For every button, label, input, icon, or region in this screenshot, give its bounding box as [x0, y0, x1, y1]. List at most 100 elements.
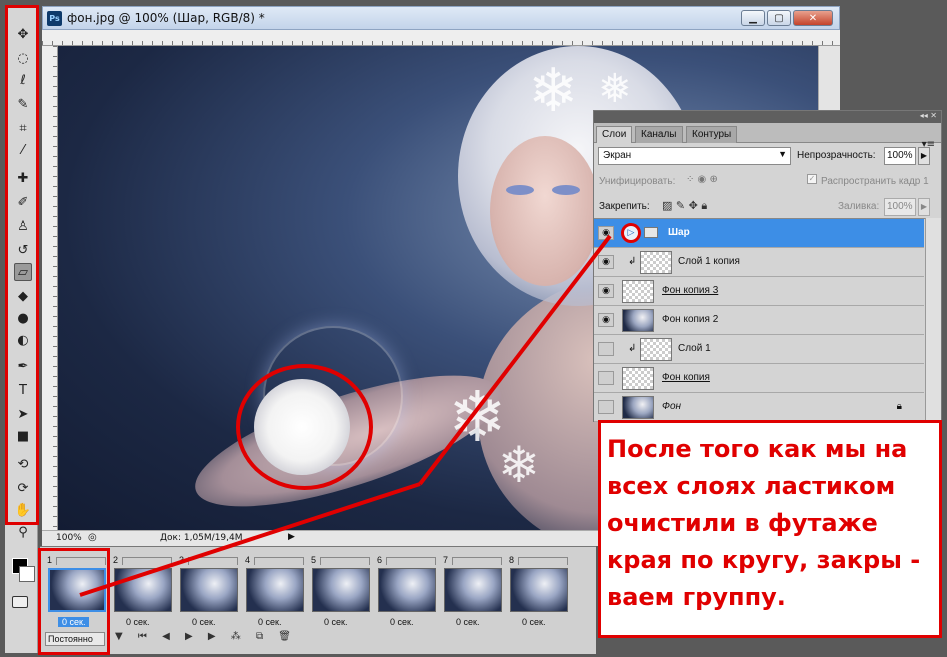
document-title: фон.jpg @ 100% (Шар, RGB/8) * [67, 11, 265, 25]
crop-tool-icon[interactable]: ⌗ [14, 119, 32, 137]
animation-frame[interactable]: 8 0 сек. [508, 555, 570, 631]
dodge-tool-icon[interactable]: ◐ [14, 331, 32, 349]
animation-frame[interactable]: 5 0 сек. [310, 555, 372, 631]
vertical-ruler[interactable] [42, 46, 58, 530]
layer-row[interactable]: ◉ Фон копия 2 [594, 306, 924, 335]
history-brush-tool-icon[interactable]: ↺ [14, 241, 32, 259]
lasso-tool-icon[interactable]: ℓ [14, 71, 32, 89]
panel-tabs: Слои Каналы Контуры ▾≡ [594, 123, 941, 150]
layer-row[interactable]: ◉ Фон копия [594, 364, 924, 393]
prev-frame-icon[interactable]: ◀ [162, 631, 176, 642]
zoom-tool-icon[interactable]: ⚲ [14, 523, 32, 541]
lock-icon: 🔒︎ [896, 401, 902, 412]
clone-stamp-tool-icon[interactable]: ♙ [14, 217, 32, 235]
minimize-icon[interactable]: ▁ [741, 10, 765, 26]
animation-frame[interactable]: 4 0 сек. [244, 555, 306, 631]
fill-field[interactable]: 100% [884, 198, 916, 216]
eyedropper-tool-icon[interactable]: ⁄ [14, 141, 32, 159]
frame-delay[interactable]: 0 сек. [192, 617, 215, 627]
unify-icons[interactable]: ⁘ ◉ ⊕ [686, 174, 718, 185]
first-frame-icon[interactable]: ⏮ [138, 631, 153, 642]
maximize-icon[interactable]: ▢ [767, 10, 791, 26]
group-expand-icon[interactable]: ▷ [621, 223, 641, 243]
eye-icon[interactable]: ◉ [598, 284, 614, 298]
propagate-frame-checkbox[interactable]: ✓ [807, 174, 817, 184]
loop-options-select[interactable]: Постоянно [45, 632, 105, 646]
layer-row[interactable]: ◉ Фон копия 3 [594, 277, 924, 306]
eye-icon[interactable]: ◉ [598, 255, 614, 269]
duplicate-frame-icon[interactable]: ⧉ [256, 631, 269, 642]
frame-delay[interactable]: 0 сек. [258, 617, 281, 627]
layer-row[interactable]: ◉ ↲ Слой 1 копия [594, 248, 924, 277]
opacity-slider-icon[interactable]: ▶ [918, 147, 930, 165]
eye-icon[interactable]: ◉ [598, 400, 614, 414]
animation-frame[interactable]: 1 0 сек. [46, 555, 108, 631]
paint-bucket-tool-icon[interactable]: ◆ [14, 287, 32, 305]
eraser-tool-icon[interactable]: ▱ [14, 263, 32, 281]
layer-thumbnail [622, 280, 654, 303]
eye-icon[interactable]: ◉ [598, 313, 614, 327]
menu-chevron-icon[interactable]: ▼ [115, 631, 129, 642]
layer-name: Слой 1 копия [678, 256, 740, 267]
blur-tool-icon[interactable]: ● [14, 309, 32, 327]
hand-tool-icon[interactable]: ✋ [14, 501, 32, 519]
fill-slider-icon[interactable]: ▶ [918, 198, 930, 216]
tab-channels[interactable]: Каналы [635, 126, 683, 143]
annotation-box: После того как мы на всех слоях ластиком… [598, 420, 942, 638]
frame-tab [386, 557, 436, 565]
frame-delay[interactable]: 0 сек. [324, 617, 347, 627]
3d-orbit-tool-icon[interactable]: ⟳ [14, 479, 32, 497]
layer-name: Фон копия [662, 372, 710, 383]
document-titlebar[interactable]: Ps фон.jpg @ 100% (Шар, RGB/8) * ▁ ▢ ✕ [42, 6, 840, 30]
opacity-field[interactable]: 100% [884, 147, 916, 165]
frame-tab [320, 557, 370, 565]
background-color-swatch[interactable] [19, 566, 35, 582]
frame-delay[interactable]: 0 сек. [390, 617, 413, 627]
quick-mask-icon[interactable] [12, 596, 28, 608]
eye-icon[interactable]: ◉ [598, 371, 614, 385]
next-frame-icon[interactable]: ▶ [208, 631, 222, 642]
animation-frame[interactable]: 2 0 сек. [112, 555, 174, 631]
lock-options-icons[interactable]: ▨ ✎ ✥ 🔒︎ [662, 199, 707, 213]
frame-delay[interactable]: 0 сек. [456, 617, 479, 627]
frame-number: 6 [377, 555, 383, 565]
pen-tool-icon[interactable]: ✒ [14, 357, 32, 375]
tab-layers[interactable]: Слои [596, 126, 633, 143]
eye-icon[interactable]: ◉ [598, 342, 614, 356]
animation-frame[interactable]: 6 0 сек. [376, 555, 438, 631]
blend-mode-value: Экран [603, 150, 632, 161]
layer-row[interactable]: ◉ ↲ Слой 1 [594, 335, 924, 364]
animation-frame[interactable]: 7 0 сек. [442, 555, 504, 631]
layer-row[interactable]: ◉ Фон 🔒︎ [594, 393, 924, 422]
healing-brush-tool-icon[interactable]: ✚ [14, 169, 32, 187]
move-tool-icon[interactable]: ✥ [14, 25, 32, 43]
blend-mode-select[interactable]: Экран ▼ [598, 147, 791, 165]
3d-rotate-tool-icon[interactable]: ⟲ [14, 455, 32, 473]
animation-frame[interactable]: 3 0 сек. [178, 555, 240, 631]
rectangle-tool-icon[interactable]: ■ [14, 427, 32, 445]
status-menu-icon[interactable]: ◎ [88, 532, 97, 543]
layer-row-shar[interactable]: ◉ ▷ Шар [594, 219, 924, 248]
tab-paths[interactable]: Контуры [686, 126, 738, 143]
tween-icon[interactable]: ⁂ [231, 631, 247, 642]
play-icon[interactable]: ▶ [185, 631, 199, 642]
path-selection-tool-icon[interactable]: ➤ [14, 405, 32, 423]
panel-header[interactable]: ◂◂ ✕ [594, 111, 941, 123]
type-tool-icon[interactable]: T [14, 381, 32, 399]
frame-delay[interactable]: 0 сек. [522, 617, 545, 627]
zoom-level[interactable]: 100% [56, 533, 82, 543]
frame-delay[interactable]: 0 сек. [126, 617, 149, 627]
frame-delay[interactable]: 0 сек. [58, 617, 90, 627]
panel-collapse-icon[interactable]: ◂◂ ✕ [920, 111, 937, 120]
eye-icon[interactable]: ◉ [598, 226, 614, 240]
status-arrow-icon[interactable]: ▶ [288, 532, 295, 542]
quick-selection-tool-icon[interactable]: ✎ [14, 95, 32, 113]
layers-scrollbar[interactable] [925, 218, 941, 423]
close-icon[interactable]: ✕ [793, 10, 833, 26]
brush-tool-icon[interactable]: ✐ [14, 193, 32, 211]
horizontal-ruler[interactable] [42, 30, 840, 46]
delete-frame-icon[interactable]: 🗑︎ [278, 631, 297, 642]
frame-thumbnail [246, 568, 304, 612]
marquee-tool-icon[interactable]: ◌ [14, 49, 32, 67]
layer-thumbnail [622, 396, 654, 419]
